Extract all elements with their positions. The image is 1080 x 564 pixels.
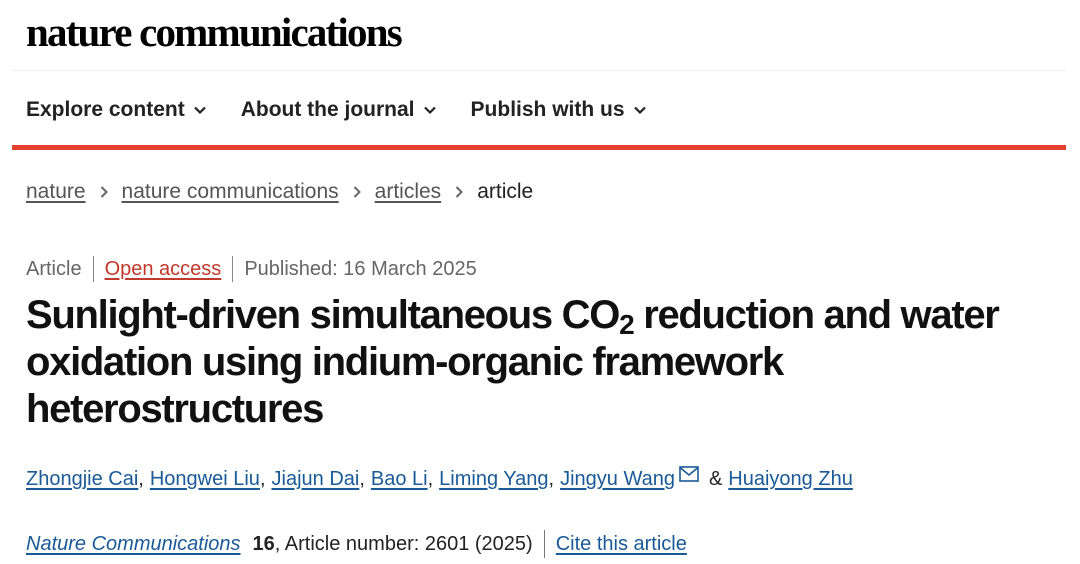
breadcrumb: nature nature communications articles ar…	[26, 180, 533, 204]
chevron-right-icon	[455, 186, 464, 198]
author-link[interactable]: Hongwei Liu	[150, 468, 260, 491]
meta-divider	[232, 256, 234, 282]
article-title-subscript: 2	[619, 309, 635, 340]
author-link[interactable]: Jiajun Dai	[272, 468, 360, 491]
article-meta: Article Open access Published: 16 March …	[26, 256, 477, 282]
main-nav: Explore content About the journal Publis…	[26, 92, 681, 128]
author-list: Zhongjie Cai, Hongwei Liu, Jiajun Dai, B…	[26, 465, 853, 491]
breadcrumb-nature-communications[interactable]: nature communications	[122, 180, 339, 204]
published-date: Published: 16 March 2025	[244, 257, 477, 280]
citation-line: Nature Communications 16 , Article numbe…	[26, 530, 687, 558]
nav-item-label: Explore content	[26, 98, 185, 121]
author-link[interactable]: Jingyu Wang	[560, 468, 675, 491]
nav-accent-bar	[12, 145, 1066, 150]
chevron-down-icon	[193, 106, 206, 115]
nav-item-label: Publish with us	[470, 98, 625, 121]
breadcrumb-articles[interactable]: articles	[375, 180, 442, 204]
volume: 16	[252, 532, 275, 555]
article-number: , Article number: 2601 (2025)	[274, 532, 533, 555]
cite-this-article-link[interactable]: Cite this article	[556, 533, 687, 556]
breadcrumb-current: article	[477, 180, 534, 203]
nav-explore-content[interactable]: Explore content	[26, 98, 207, 122]
article-title: Sunlight-driven simultaneous CO2 reducti…	[26, 292, 1056, 433]
header: nature communications	[0, 0, 1080, 70]
header-divider	[12, 70, 1066, 71]
nav-item-label: About the journal	[240, 98, 415, 121]
author-link[interactable]: Zhongjie Cai	[26, 468, 138, 491]
open-access-link[interactable]: Open access	[105, 258, 222, 281]
chevron-right-icon	[353, 186, 361, 198]
article-type: Article	[26, 257, 82, 280]
mail-icon[interactable]	[679, 465, 699, 482]
author-link[interactable]: Huaiyong Zhu	[728, 468, 853, 491]
chevron-down-icon	[423, 106, 436, 115]
chevron-right-icon	[100, 186, 108, 198]
citation-divider	[543, 530, 545, 558]
author-separator: &	[708, 468, 723, 490]
author-link[interactable]: Bao Li	[371, 468, 428, 491]
breadcrumb-nature[interactable]: nature	[26, 180, 86, 204]
meta-divider	[92, 256, 94, 282]
author-link[interactable]: Liming Yang	[439, 468, 548, 491]
chevron-down-icon	[633, 106, 646, 115]
article-title-part1: Sunlight-driven simultaneous CO	[26, 293, 620, 337]
journal-logo[interactable]: nature communications	[26, 8, 403, 56]
journal-link[interactable]: Nature Communications	[26, 533, 241, 556]
nav-about-journal[interactable]: About the journal	[241, 98, 437, 122]
nav-publish-with-us[interactable]: Publish with us	[471, 98, 647, 122]
